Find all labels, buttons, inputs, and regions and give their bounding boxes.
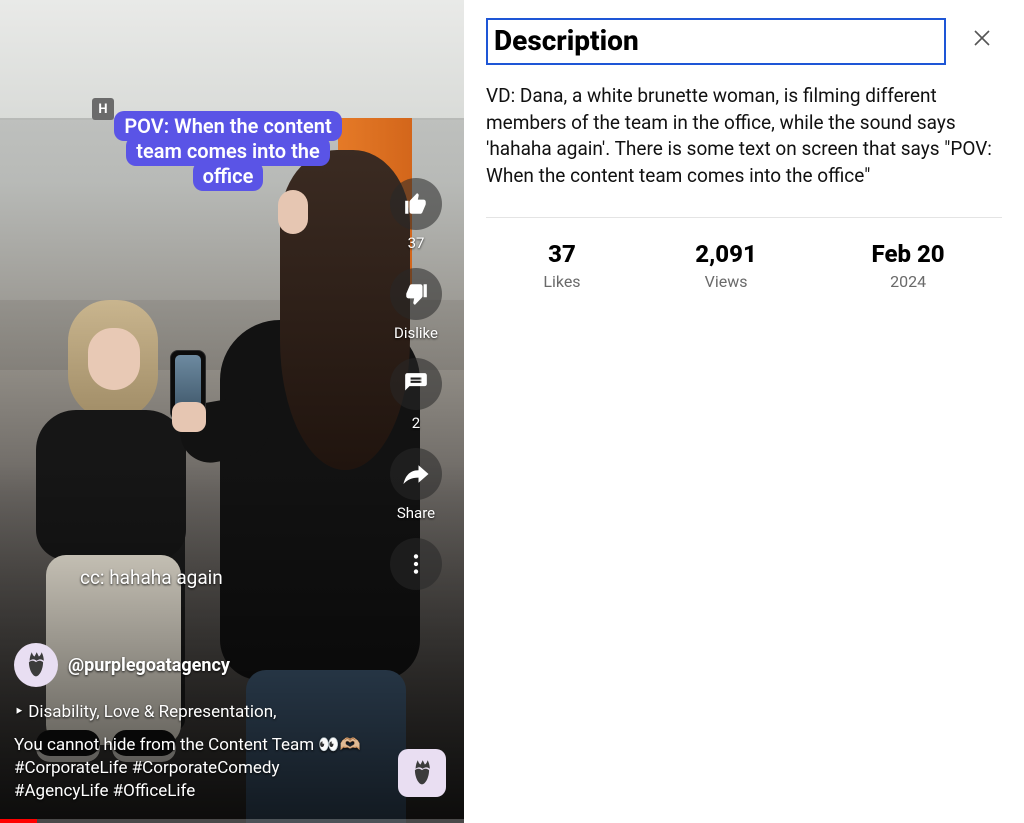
- description-body: VD: Dana, a white brunette woman, is fil…: [486, 83, 1002, 189]
- stat-likes: 37 Likes: [543, 240, 580, 291]
- share-button[interactable]: [390, 448, 442, 500]
- video-meta: @purplegoatagency ‣ Disability, Love & R…: [14, 643, 374, 803]
- share-icon: [401, 459, 431, 489]
- thumbs-down-icon: [403, 281, 429, 307]
- closed-caption-line: cc: hahaha again: [80, 566, 223, 589]
- stat-views-label: Views: [695, 272, 757, 291]
- thumbs-up-icon: [403, 191, 429, 217]
- stat-date-sub: 2024: [872, 272, 945, 291]
- close-icon: [970, 26, 994, 50]
- channel-handle[interactable]: @purplegoatagency: [68, 655, 230, 676]
- stat-views: 2,091 Views: [695, 240, 757, 291]
- more-vertical-icon: [403, 551, 429, 577]
- more-button[interactable]: [390, 538, 442, 590]
- video-overlay-caption-text: POV: When the content team comes into th…: [114, 111, 341, 191]
- stats-row: 37 Likes 2,091 Views Feb 20 2024: [486, 217, 1002, 291]
- like-button[interactable]: [390, 178, 442, 230]
- comment-icon: [403, 371, 429, 397]
- progress-bar[interactable]: [0, 819, 464, 823]
- description-title: Description: [486, 18, 946, 65]
- comments-button[interactable]: [390, 358, 442, 410]
- meta-line-1: ‣ Disability, Love & Representation,: [14, 701, 374, 724]
- stat-likes-label: Likes: [543, 272, 580, 291]
- stat-views-value: 2,091: [695, 240, 757, 268]
- action-rail: 37 Dislike 2 Share: [376, 178, 456, 590]
- comments-count: 2: [412, 414, 420, 432]
- stat-likes-value: 37: [543, 240, 580, 268]
- close-button[interactable]: [962, 18, 1002, 58]
- goat-icon: [405, 756, 439, 790]
- like-count: 37: [408, 234, 425, 252]
- goat-icon: [19, 648, 53, 682]
- description-panel: Description VD: Dana, a white brunette w…: [464, 0, 1024, 823]
- meta-line-2: You cannot hide from the Content Team 👀🫶…: [14, 734, 374, 803]
- stat-date: Feb 20 2024: [872, 240, 945, 291]
- stat-date-value: Feb 20: [872, 240, 945, 268]
- channel-avatar[interactable]: [14, 643, 58, 687]
- dislike-label: Dislike: [394, 324, 438, 342]
- share-label: Share: [397, 504, 435, 522]
- progress-fill: [0, 819, 37, 823]
- channel-sound-chip[interactable]: [398, 749, 446, 797]
- dislike-button[interactable]: [390, 268, 442, 320]
- short-player[interactable]: H POV: When the content team comes into …: [0, 0, 464, 823]
- video-overlay-caption: POV: When the content team comes into th…: [108, 114, 348, 189]
